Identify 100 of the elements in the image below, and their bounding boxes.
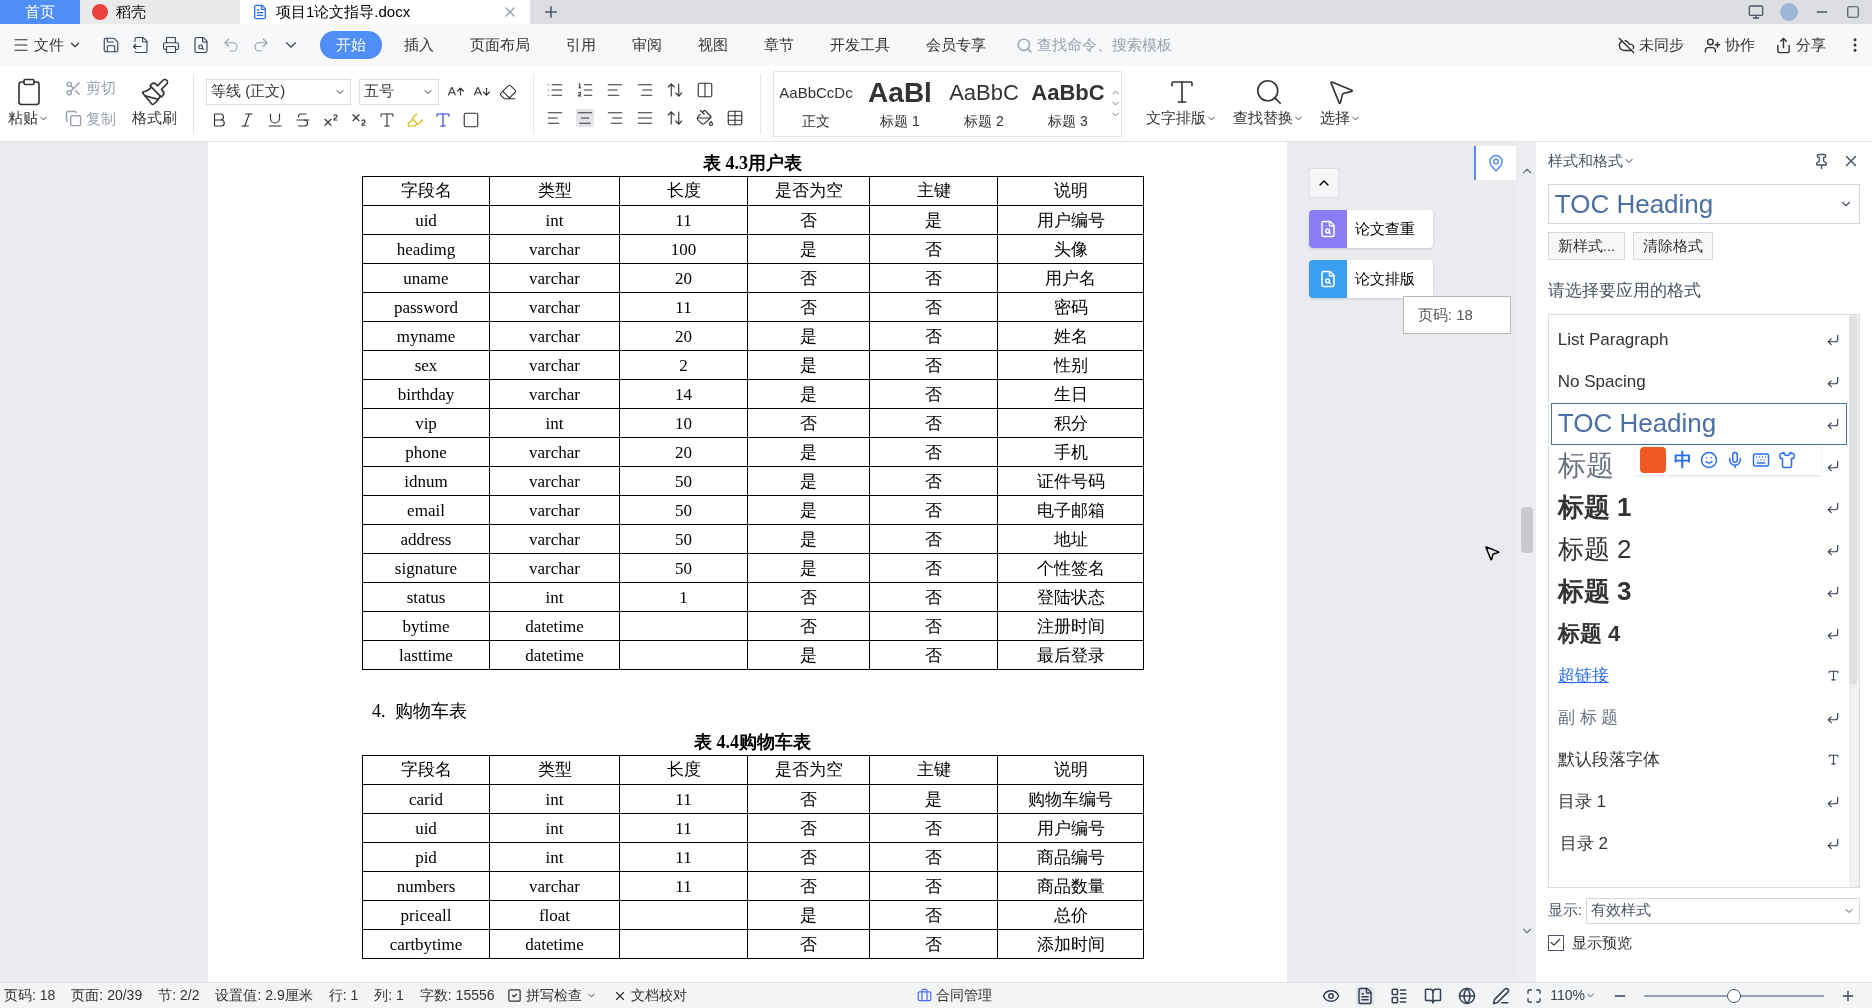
table-cell: varchar (489, 466, 620, 496)
table-cell: 积分 (997, 408, 1144, 438)
style-list-item[interactable]: No Spacing (1550, 360, 1847, 403)
table-cell: vip (362, 408, 490, 438)
table-cell: 11 (619, 842, 748, 872)
table-cell: 是 (747, 640, 870, 670)
table-cell: 11 (619, 292, 748, 322)
table-cell: 否 (747, 263, 870, 293)
font-select[interactable]: 等线 (正文) (206, 78, 351, 105)
style-preset[interactable]: AaBbC 标题 2 (942, 75, 1026, 132)
table-cell: 否 (869, 437, 998, 467)
ribbon-tab[interactable]: 页面布局 (456, 30, 544, 60)
ribbon-tab[interactable]: 章节 (750, 30, 808, 60)
toolbar-action[interactable]: 未同步 (1618, 33, 1684, 57)
document-tab[interactable]: 稻壳 (80, 0, 240, 24)
style-list-item[interactable]: 标题 3 (1550, 570, 1847, 613)
document-tab[interactable]: 项目1论文指导.docx (240, 0, 530, 24)
show-filter-select[interactable]: 有效样式 (1585, 897, 1860, 924)
column-header: 主键 (869, 176, 998, 206)
ribbon-tab[interactable]: 会员专享 (912, 30, 1000, 60)
table-cell: 20 (619, 321, 748, 351)
style-list-item[interactable]: 目录 1 (1550, 780, 1847, 823)
table-cell: float (489, 900, 620, 930)
ribbon-tab[interactable]: 视图 (684, 30, 742, 60)
table-cell: 11 (619, 784, 748, 814)
table-cell: idnum (362, 466, 490, 496)
style-preset[interactable]: AaBbCcDc 正文 (774, 75, 858, 132)
table-cell: status (362, 582, 490, 612)
current-style-select[interactable]: TOC Heading (1547, 184, 1860, 224)
table-cell: 最后登录 (997, 640, 1144, 670)
ribbon-tool-button[interactable]: 查找替换 (1233, 77, 1304, 130)
table-cell: numbers (362, 871, 490, 901)
ribbon-tab[interactable]: 插入 (390, 30, 448, 60)
style-list-item[interactable]: 目录 2 (1550, 822, 1847, 865)
table-cell: 否 (869, 813, 998, 843)
ribbon-tool-button[interactable]: 选择 (1320, 77, 1361, 130)
style-list-item[interactable]: 默认段落字体 (1550, 738, 1847, 781)
status-item[interactable]: 页面: 20/39 (71, 985, 143, 1006)
table-cell: varchar (489, 437, 620, 467)
status-item[interactable]: 设置值: 2.9厘米 (215, 985, 313, 1006)
table-cell: 1 (619, 582, 748, 612)
style-list-item[interactable]: 标题 4 (1550, 612, 1847, 655)
side-tool-button[interactable]: 论文排版 (1308, 260, 1433, 298)
panel-title[interactable]: 样式和格式 (1547, 149, 1623, 173)
table-cell: 50 (619, 466, 748, 496)
status-item[interactable]: 字数: 15556 (419, 985, 495, 1006)
style-preset[interactable]: AaBbC 标题 3 (1026, 75, 1110, 132)
table-cell: address (362, 524, 490, 554)
ime-mode[interactable]: 中 (1673, 446, 1692, 474)
ribbon-tool-button[interactable]: 文字排版 (1146, 77, 1217, 130)
table-cell: 否 (869, 495, 998, 525)
table-cell: priceall (362, 900, 490, 930)
status-item[interactable]: 列: 1 (374, 985, 404, 1006)
table-cell: int (489, 842, 620, 872)
toolbar-action[interactable]: 分享 (1775, 33, 1826, 57)
table-cell: 否 (869, 466, 998, 496)
ribbon-tab[interactable]: 开发工具 (816, 30, 904, 60)
status-item[interactable]: 页码: 18 (4, 985, 56, 1006)
table-cell: 50 (619, 524, 748, 554)
spell-check-button[interactable]: 拼写检查 (506, 985, 597, 1006)
table-cell: 否 (747, 842, 870, 872)
table-cell: 50 (619, 495, 748, 525)
ribbon-tab[interactable]: 审阅 (618, 30, 676, 60)
table-cell: 否 (869, 263, 998, 293)
table-cell: bytime (362, 611, 490, 641)
table-cell: 电子邮箱 (997, 495, 1144, 525)
table-cell: headimg (362, 234, 490, 264)
status-item[interactable]: 节: 2/2 (158, 985, 200, 1006)
side-tool-button[interactable]: 论文查重 (1308, 210, 1433, 248)
file-menu[interactable]: 文件 (8, 33, 86, 57)
font-size-select[interactable]: 五号 (359, 78, 439, 105)
contract-button[interactable]: 合同管理 (916, 985, 992, 1006)
zoom-select[interactable]: 110% (1550, 985, 1596, 1006)
ribbon-tab[interactable]: 引用 (552, 30, 610, 60)
table-cell: birthday (362, 379, 490, 409)
table-cell: varchar (489, 524, 620, 554)
table-cell: 否 (747, 205, 870, 235)
paste-button[interactable]: 粘贴 (4, 77, 53, 130)
proofread-button[interactable]: 文档校对 (612, 985, 687, 1006)
table-cell: 否 (869, 350, 998, 380)
table-cell: 否 (747, 582, 870, 612)
style-list-item[interactable]: List Paragraph (1550, 318, 1847, 361)
toolbar-action[interactable]: 协作 (1704, 33, 1755, 57)
panel-button[interactable]: 清除格式 (1633, 232, 1714, 260)
format-painter-button[interactable]: 格式刷 (132, 77, 177, 130)
style-list-item[interactable]: TOC Heading (1550, 402, 1847, 445)
table-cell: 生日 (997, 379, 1144, 409)
status-item[interactable]: 行: 1 (328, 985, 359, 1006)
column-header: 主键 (869, 755, 998, 785)
style-preset[interactable]: AaBl 标题 1 (858, 75, 942, 132)
style-list-item[interactable]: 标题 2 (1550, 528, 1847, 571)
style-list-item[interactable]: 副 标 题 (1550, 696, 1847, 739)
table-cell: varchar (489, 379, 620, 409)
style-list-item[interactable]: 标题 1 (1550, 486, 1847, 529)
table-cell: 是 (747, 553, 870, 583)
section-heading: 4. 购物车表 (372, 700, 468, 723)
panel-button[interactable]: 新样式... (1547, 232, 1626, 260)
table-cell: varchar (489, 350, 620, 380)
table-cell: 性别 (997, 350, 1144, 380)
table-cell: 是 (747, 321, 870, 351)
